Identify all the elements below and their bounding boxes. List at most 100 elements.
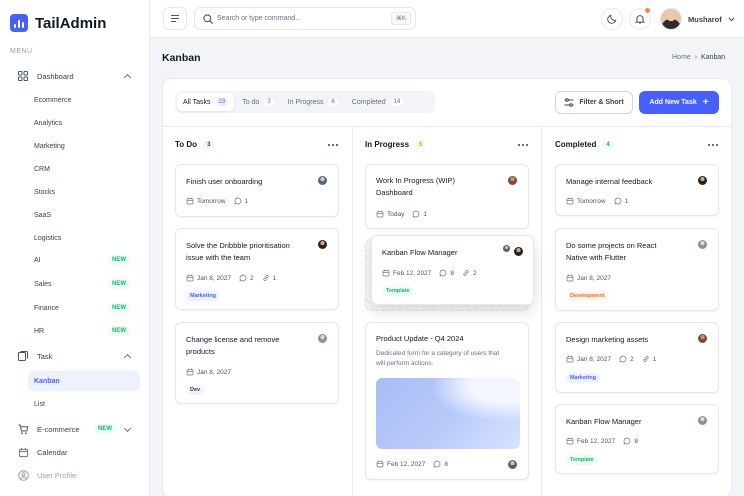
sidebar-item-label: User Profile [37, 470, 77, 480]
more-icon [518, 144, 520, 146]
card-title: Manage internal feedback [566, 177, 653, 186]
chevron-up-icon [123, 353, 132, 362]
task-card[interactable]: Solve the Dribbble prioritisation issue … [175, 228, 339, 310]
column-divider [541, 127, 542, 496]
link-icon [262, 274, 270, 282]
task-card[interactable]: Manage internal feedback Tomorrow 1 [555, 164, 719, 216]
tab-in-progress[interactable]: In Progress 6 [282, 93, 344, 111]
more-icon [712, 144, 714, 146]
search-placeholder: Search or type command... [217, 15, 302, 22]
column-menu-button[interactable] [708, 140, 718, 150]
sidebar-item-finance[interactable]: Finance NEW [28, 298, 140, 318]
tab-completed[interactable]: Completed 14 [346, 93, 410, 111]
link-icon [462, 269, 470, 277]
sidebar-item-label: Task [37, 351, 53, 361]
column-count: 4 [602, 140, 614, 149]
comment-icon [239, 274, 247, 282]
notification-dot [645, 8, 650, 13]
sidebar-item-ecommerce-dashboard[interactable]: Ecommerce [28, 90, 140, 110]
calendar-icon [376, 460, 384, 468]
card-title: Solve the Dribbble prioritisation [186, 241, 290, 250]
tab-label: Completed [351, 98, 386, 106]
add-label: Add New Task [649, 99, 697, 106]
card-date: Today [387, 210, 405, 218]
task-card[interactable]: Do some projects on React Native with Fl… [555, 228, 719, 311]
card-date: Tomorrow [577, 197, 606, 205]
sidebar-item-calendar[interactable]: Calendar [10, 442, 140, 462]
task-card[interactable]: Change license and remove products Jan 8… [175, 322, 339, 404]
link-count: 1 [272, 274, 277, 282]
bell-icon [635, 14, 645, 24]
tab-all-tasks[interactable]: All Tasks 23 [177, 93, 235, 111]
sidebar-item-sales[interactable]: Sales NEW [28, 274, 140, 294]
calendar-icon [186, 274, 194, 282]
task-card[interactable]: Work In Progress (WIP) Dashboard Today 1 [365, 164, 529, 229]
tab-count: 23 [215, 98, 229, 106]
task-card[interactable]: Product Update - Q4 2024 Dedicated form … [365, 322, 529, 480]
column-menu-button[interactable] [518, 140, 528, 150]
sidebar-item-analytics[interactable]: Analytics [28, 113, 140, 133]
shortcut-badge: ⌘K [390, 12, 411, 25]
comment-count: 1 [624, 197, 629, 205]
column-header-in-progress: In Progress 5 [365, 140, 427, 149]
chevron-up-icon [123, 73, 132, 82]
sidebar-item-logistics[interactable]: Logistics [28, 228, 140, 248]
user-menu[interactable]: Musharof [660, 8, 735, 30]
hamburger-icon [171, 15, 179, 16]
column-menu-button[interactable] [328, 140, 338, 150]
sidebar-item-stocks[interactable]: Stocks [28, 182, 140, 202]
column-count: 3 [203, 140, 215, 149]
column-count: 5 [415, 140, 427, 149]
breadcrumb: Home › Kanban [672, 54, 725, 61]
user-name: Musharof [688, 14, 722, 24]
sidebar-item-user-profile[interactable]: User Profile [10, 465, 140, 485]
sidebar-item-task[interactable]: Task [10, 346, 140, 366]
sidebar-item-marketing[interactable]: Marketing [28, 136, 140, 156]
avatar [507, 175, 518, 186]
card-title: Design marketing assets [566, 335, 649, 344]
card-date: Tomorrow [197, 197, 226, 205]
sidebar-item-crm[interactable]: CRM [28, 159, 140, 179]
card-meta: Jan 8, 2027 [566, 274, 611, 282]
task-card[interactable]: Finish user onboarding Tomorrow 1 [175, 164, 339, 217]
comment-icon [433, 460, 441, 468]
notifications-button[interactable] [629, 8, 651, 30]
card-title: Finish user onboarding [186, 177, 263, 186]
search-input[interactable]: Search or type command... ⌘K [194, 7, 416, 30]
top-header: Search or type command... ⌘K Musharof [150, 0, 744, 38]
card-title: Kanban Flow Manager [382, 248, 458, 257]
sidebar-item-ai[interactable]: AI NEW [28, 250, 140, 270]
comment-icon [412, 210, 420, 218]
task-card[interactable]: Design marketing assets Jan 8, 2027 2 1 … [555, 322, 719, 393]
sidebar-item-label: AI [34, 256, 41, 264]
comment-count: 1 [423, 210, 427, 218]
card-tag: Template [382, 286, 414, 296]
card-meta: Feb 12, 2027 8 2 [382, 269, 477, 277]
sidebar-item-dashboard[interactable]: Dashboard [10, 66, 140, 86]
brand-logo[interactable]: TailAdmin [10, 14, 106, 32]
sidebar-item-ecommerce[interactable]: E-commerce NEW [10, 419, 140, 439]
comment-count: 8 [444, 460, 448, 468]
menu-toggle-button[interactable] [163, 7, 187, 30]
add-task-button[interactable]: Add New Task + [639, 91, 719, 114]
comment-icon [614, 197, 622, 205]
filter-label: Filter & Short [579, 99, 624, 106]
theme-toggle-button[interactable] [601, 8, 623, 30]
sidebar-item-hr[interactable]: HR NEW [28, 321, 140, 341]
task-card[interactable]: Kanban Flow Manager Feb 12, 2027 8 Templ… [555, 404, 719, 474]
breadcrumb-home[interactable]: Home [672, 54, 691, 61]
brand-icon [10, 14, 28, 32]
dragging-task-card[interactable]: Kanban Flow Manager Feb 12, 2027 8 2 Tem… [371, 235, 534, 305]
sidebar-item-label: HR [34, 327, 45, 335]
avatar [507, 459, 518, 470]
new-badge: NEW [108, 326, 130, 336]
tab-to-do[interactable]: To do 3 [236, 93, 279, 111]
cart-icon [17, 423, 29, 435]
filter-sort-button[interactable]: Filter & Short [555, 91, 633, 114]
sidebar-item-saas[interactable]: SaaS [28, 205, 140, 225]
divider [163, 126, 731, 127]
more-icon [708, 144, 710, 146]
moon-icon [607, 14, 617, 24]
sidebar-item-list[interactable]: List [28, 394, 140, 414]
sidebar-item-kanban[interactable]: Kanban [28, 371, 140, 391]
